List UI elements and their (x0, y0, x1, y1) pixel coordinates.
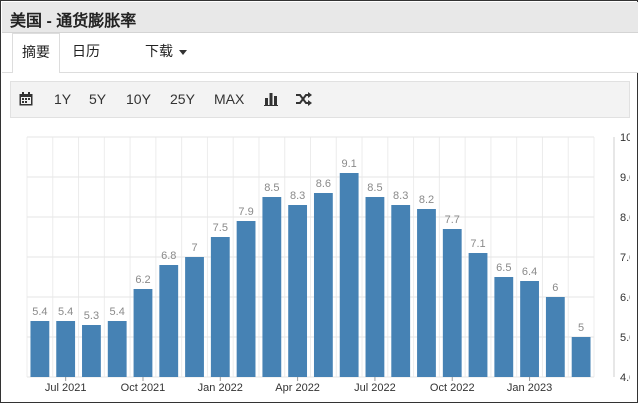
bar-data-label: 5.4 (110, 306, 125, 318)
y-tick-label: 10.00 % (620, 132, 630, 144)
x-tick-label: Jan 2022 (198, 382, 243, 394)
bar[interactable] (545, 297, 565, 377)
bar[interactable] (365, 197, 385, 377)
bar[interactable] (262, 197, 282, 377)
y-tick-label: 5.00 % (620, 332, 630, 344)
bar[interactable] (520, 281, 539, 377)
tab-summary-label: 摘要 (22, 44, 50, 60)
bar-data-label: 5 (578, 322, 584, 334)
shuffle-icon[interactable] (296, 92, 312, 111)
bar-data-label: 6.2 (135, 274, 150, 286)
bar[interactable] (442, 229, 462, 377)
chevron-down-icon (179, 49, 187, 55)
bar[interactable] (571, 337, 591, 377)
bar-data-label: 8.5 (264, 182, 279, 194)
bar[interactable] (313, 193, 333, 377)
bar-data-label: 6.8 (161, 250, 176, 262)
bar-data-label: 6.4 (522, 266, 537, 278)
tab-summary[interactable]: 摘要 (12, 33, 60, 73)
bar-data-label: 9.1 (342, 158, 357, 170)
range-10y-button[interactable]: 10Y (126, 82, 151, 117)
bar-data-label: 7 (191, 242, 197, 254)
x-tick-label: Jul 2022 (354, 382, 396, 394)
bar-chart-icon[interactable] (264, 92, 278, 111)
tab-download[interactable]: 下载 (138, 33, 194, 72)
tab-download-label: 下载 (145, 43, 173, 59)
inflation-bar-chart: 5.4 5.4 5.3 5.4 6.2 6.8 7 7.5 7.9 8.5 8.3 8.6 9.1 8.5… (26, 132, 640, 394)
page-title: 美国 - 通货膨胀率 (10, 13, 137, 30)
bar-data-label: 5.3 (84, 310, 99, 322)
bar-data-label: 5.4 (58, 306, 73, 318)
x-tick-label: Oct 2021 (121, 382, 166, 394)
bar[interactable] (82, 325, 101, 377)
bar-data-label: 5.4 (32, 306, 47, 318)
y-tick-label: 9.00 % (620, 172, 630, 184)
chart-widget: 美国 - 通货膨胀率 摘要 日历 下载 1Y 5Y 10Y 25Y MAX 5.… (0, 0, 640, 403)
bar-data-label: 6 (552, 282, 558, 294)
x-tick-label: Oct 2022 (430, 382, 475, 394)
tab-bar: 摘要 日历 下载 (2, 33, 638, 73)
bar[interactable] (288, 205, 308, 377)
bar[interactable] (107, 321, 127, 377)
bar-data-label: 7.9 (238, 206, 253, 218)
x-tick-label: Jul 2021 (45, 382, 87, 394)
x-tick-label: Jan 2023 (507, 382, 552, 394)
bar[interactable] (468, 253, 488, 377)
chart-area: 5.4 5.4 5.3 5.4 6.2 6.8 7 7.5 7.9 8.5 8.3 8.6 9.1 8.5… (10, 119, 640, 399)
bar-data-label: 8.3 (290, 190, 305, 202)
y-tick-label: 8.00 % (620, 212, 630, 224)
y-tick-label: 6.00 % (620, 292, 630, 304)
bar-data-label: 6.5 (496, 262, 511, 274)
bar[interactable] (30, 321, 50, 377)
bar-data-label: 7.7 (445, 214, 460, 226)
bar[interactable] (185, 257, 204, 377)
range-1y-button[interactable]: 1Y (54, 82, 71, 117)
y-tick-label: 4.00 % (620, 372, 630, 384)
tab-calendar-label: 日历 (72, 43, 100, 59)
range-5y-button[interactable]: 5Y (89, 82, 106, 117)
bar[interactable] (133, 289, 153, 377)
x-tick-label: Apr 2022 (275, 382, 320, 394)
bar[interactable] (391, 205, 411, 377)
tab-calendar[interactable]: 日历 (68, 33, 104, 72)
range-25y-button[interactable]: 25Y (170, 82, 195, 117)
bar[interactable] (159, 265, 179, 377)
bar[interactable] (494, 277, 514, 377)
bar[interactable] (210, 237, 230, 377)
bar-data-label: 7.1 (470, 238, 485, 250)
bar-data-label: 8.2 (419, 194, 434, 206)
bar[interactable] (339, 173, 359, 377)
bar-data-label: 7.5 (213, 222, 228, 234)
calendar-icon[interactable] (19, 92, 33, 111)
chart-toolbar: 1Y 5Y 10Y 25Y MAX (10, 81, 630, 118)
bar-data-label: 8.5 (367, 182, 382, 194)
bar-data-label: 8.3 (393, 190, 408, 202)
bar[interactable] (417, 209, 436, 377)
bar[interactable] (236, 221, 256, 377)
y-tick-label: 7.00 % (620, 252, 630, 264)
title-bar: 美国 - 通货膨胀率 (2, 2, 638, 33)
bar-data-label: 8.6 (316, 178, 331, 190)
bar[interactable] (56, 321, 76, 377)
range-max-button[interactable]: MAX (214, 82, 244, 117)
